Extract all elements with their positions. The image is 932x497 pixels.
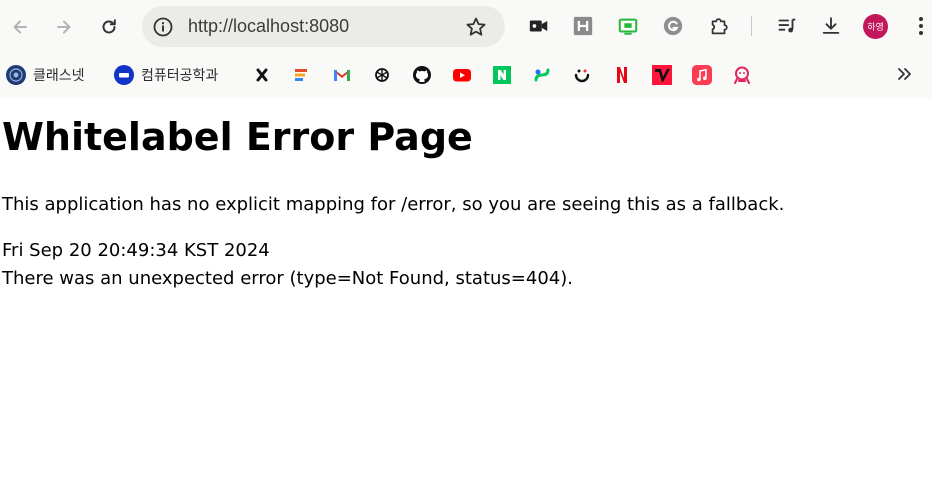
naver-icon	[493, 66, 511, 84]
grammarly-icon	[663, 16, 683, 36]
chatgpt-icon	[375, 68, 389, 82]
bookmark-youtube[interactable]	[452, 64, 472, 86]
download-icon	[822, 17, 840, 34]
address-bar[interactable]: http://localhost:8080	[142, 6, 505, 47]
toolbar-separator	[751, 16, 752, 36]
h-extension[interactable]	[571, 14, 595, 38]
grammarly-extension[interactable]	[661, 14, 685, 38]
tving-icon	[652, 65, 672, 85]
bookmark-computer-science[interactable]: 컴퓨터공학과	[114, 64, 218, 86]
url-text[interactable]: http://localhost:8080	[188, 16, 349, 37]
extensions-button[interactable]	[707, 14, 731, 38]
bookmark-label: 컴퓨터공학과	[141, 68, 219, 84]
apple-music-icon	[692, 65, 712, 85]
smile-icon	[574, 69, 590, 83]
bookmark-github[interactable]	[412, 64, 432, 86]
video-camera-icon	[529, 20, 548, 32]
profile-avatar[interactable]: 하영	[863, 14, 888, 39]
forward-icon	[57, 20, 71, 34]
bookmark-label: 클래스넷	[33, 68, 85, 84]
reload-button[interactable]	[93, 11, 125, 43]
h-extension-icon	[573, 16, 593, 36]
green-extension-icon	[618, 18, 638, 35]
github-icon	[413, 66, 431, 84]
bookmark-smile[interactable]	[572, 64, 592, 86]
department-icon	[114, 65, 134, 85]
error-message: This application has no explicit mapping…	[2, 194, 785, 215]
back-button[interactable]	[4, 11, 36, 43]
green-extension[interactable]	[616, 14, 640, 38]
netflix-icon	[617, 67, 627, 83]
video-camera-extension[interactable]	[527, 14, 551, 38]
extensions-puzzle-icon	[711, 18, 728, 35]
media-queue-icon	[778, 18, 796, 33]
bookmarks-bar: 클래스넷 컴퓨터공학과	[0, 54, 932, 98]
more-menu-icon[interactable]	[911, 14, 931, 38]
bookmark-3[interactable]	[252, 64, 272, 86]
back-icon	[13, 20, 27, 34]
forward-button[interactable]	[48, 11, 80, 43]
error-timestamp: Fri Sep 20 20:49:34 KST 2024	[2, 240, 270, 261]
site-info-icon[interactable]	[152, 16, 174, 38]
bookmark-chatgpt[interactable]	[372, 64, 392, 86]
page-content: Whitelabel Error Page This application h…	[0, 98, 932, 497]
gmail-icon	[333, 69, 351, 81]
bookmark-gmail[interactable]	[332, 64, 352, 86]
bookmark-netflix[interactable]	[612, 64, 632, 86]
bookmark-apple-music[interactable]	[692, 64, 712, 86]
bookmark-pink-character[interactable]	[732, 64, 752, 86]
notion-like-icon	[256, 68, 268, 82]
browser-toolbar: http://localhost:8080 하영	[0, 0, 932, 54]
naver-map-icon	[534, 68, 550, 82]
bookmark-star-icon[interactable]	[464, 15, 488, 39]
bookmark-4[interactable]	[291, 64, 311, 86]
bookmark-naver[interactable]	[492, 64, 512, 86]
error-detail: There was an unexpected error (type=Not …	[2, 268, 573, 289]
bookmark-naver-map[interactable]	[532, 64, 552, 86]
university-seal-icon	[6, 65, 26, 85]
pink-character-icon	[734, 66, 750, 84]
bookmark-classnet[interactable]: 클래스넷	[6, 64, 85, 86]
bookmarks-overflow-icon[interactable]	[893, 63, 915, 85]
media-control-button[interactable]	[775, 14, 799, 38]
page-title: Whitelabel Error Page	[2, 115, 473, 159]
bookmark-tving[interactable]	[652, 64, 672, 86]
stack-icon	[295, 69, 307, 81]
reload-icon	[102, 19, 116, 34]
youtube-icon	[453, 69, 471, 82]
downloads-button[interactable]	[819, 14, 843, 38]
